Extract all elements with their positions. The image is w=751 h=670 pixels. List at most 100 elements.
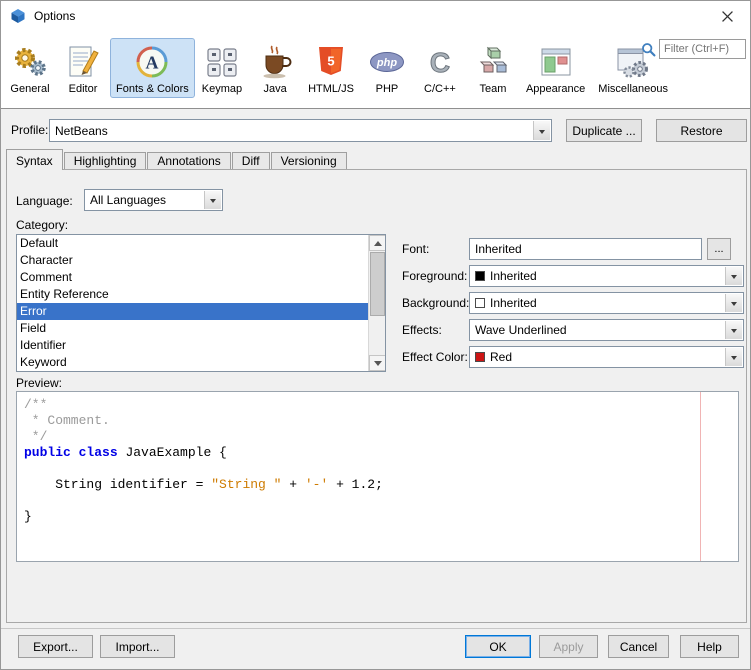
category-item-keyword[interactable]: Keyword	[17, 354, 368, 371]
foreground-dropdown[interactable]: Inherited	[469, 265, 744, 287]
background-dropdown[interactable]: Inherited	[469, 292, 744, 314]
category-item-default[interactable]: Default	[17, 235, 368, 252]
category-label: Category:	[16, 218, 68, 232]
effects-value: Wave Underlined	[475, 323, 567, 337]
tab-syntax[interactable]: Syntax	[6, 149, 63, 170]
help-button[interactable]: Help	[680, 635, 739, 658]
fonts-colors-icon: A	[132, 42, 172, 82]
toolbar-item-label: General	[10, 83, 49, 95]
options-dialog: Options General EditorAFonts & ColorsKeym…	[0, 0, 751, 670]
filter-input[interactable]	[659, 39, 746, 59]
general-icon	[10, 42, 50, 82]
font-field[interactable]	[469, 238, 702, 260]
duplicate-button[interactable]: Duplicate ...	[566, 119, 642, 142]
preview-label: Preview:	[16, 376, 62, 390]
profile-label: Profile:	[11, 123, 48, 137]
toolbar: General EditorAFonts & ColorsKeymapJava 5 H…	[1, 31, 750, 109]
tab-strip: SyntaxHighlightingAnnotationsDiffVersion…	[6, 149, 348, 170]
scroll-up-button[interactable]	[369, 235, 386, 251]
html-js-icon: 5	[311, 42, 351, 82]
toolbar-item-editor[interactable]: Editor	[57, 38, 109, 98]
toolbar-item-c-c[interactable]: CC/C++	[414, 38, 466, 98]
language-label: Language:	[16, 194, 73, 208]
tab-annotations[interactable]: Annotations	[147, 152, 230, 169]
svg-text:A: A	[146, 53, 159, 73]
svg-text:5: 5	[327, 54, 334, 69]
chevron-down-icon	[533, 121, 550, 140]
code-line: String identifier = "String " + '-' + 1.…	[24, 477, 383, 493]
toolbar-item-label: Team	[480, 83, 507, 95]
effect-color-value: Red	[490, 350, 512, 364]
apply-button[interactable]: Apply	[539, 635, 598, 658]
editor-icon	[63, 42, 103, 82]
arrow-down-icon	[374, 361, 382, 370]
language-combo[interactable]: All Languages	[84, 189, 223, 211]
category-item-entity-reference[interactable]: Entity Reference	[17, 286, 368, 303]
toolbar-item-team[interactable]: Team	[467, 38, 519, 98]
team-icon	[473, 42, 513, 82]
font-browse-button[interactable]: ...	[707, 238, 731, 260]
preview-code: /** * Comment. */public class JavaExampl…	[17, 392, 390, 530]
effect-color-label: Effect Color:	[402, 350, 469, 364]
netbeans-logo-icon	[10, 8, 26, 24]
effect-color-dropdown[interactable]: Red	[469, 346, 744, 368]
code-line: /**	[24, 397, 383, 413]
export-button[interactable]: Export...	[18, 635, 93, 658]
toolbar-item-fonts-colors[interactable]: AFonts & Colors	[110, 38, 195, 98]
toolbar-item-label: Appearance	[526, 83, 585, 95]
effect-color-swatch	[475, 352, 485, 362]
tab-versioning[interactable]: Versioning	[271, 152, 347, 169]
scrollbar-thumb[interactable]	[370, 252, 385, 316]
search-icon	[641, 42, 656, 57]
toolbar-item-html-js[interactable]: 5 HTML/JS	[302, 38, 360, 98]
foreground-value: Inherited	[490, 269, 537, 283]
code-line: */	[24, 429, 383, 445]
tab-diff[interactable]: Diff	[232, 152, 270, 169]
foreground-label: Foreground:	[402, 269, 469, 283]
chevron-down-icon	[725, 348, 742, 366]
language-value: All Languages	[90, 193, 166, 207]
chevron-down-icon	[725, 294, 742, 312]
background-row: Background: Inherited	[402, 292, 744, 314]
toolbar-item-appearance[interactable]: Appearance	[520, 38, 591, 98]
toolbar-item-keymap[interactable]: Keymap	[196, 38, 248, 98]
ok-button[interactable]: OK	[465, 635, 531, 658]
code-line	[24, 461, 383, 477]
tab-highlighting[interactable]: Highlighting	[64, 152, 147, 169]
effects-dropdown[interactable]: Wave Underlined	[469, 319, 744, 341]
category-scrollbar[interactable]	[368, 235, 385, 371]
category-item-field[interactable]: Field	[17, 320, 368, 337]
keymap-icon	[202, 42, 242, 82]
restore-button[interactable]: Restore	[656, 119, 747, 142]
close-button[interactable]	[704, 1, 750, 31]
import-button[interactable]: Import...	[100, 635, 175, 658]
chevron-down-icon	[725, 267, 742, 285]
code-line: * Comment.	[24, 413, 383, 429]
filter-area	[641, 39, 746, 59]
code-line	[24, 493, 383, 509]
cpp-icon: C	[420, 42, 460, 82]
appearance-icon	[536, 42, 576, 82]
background-swatch	[475, 298, 485, 308]
window-title: Options	[34, 9, 75, 23]
category-item-error[interactable]: Error	[17, 303, 368, 320]
toolbar-item-php[interactable]: phpPHP	[361, 38, 413, 98]
tab-content-panel: Language: All Languages Category: Defaul…	[6, 169, 747, 623]
category-item-character[interactable]: Character	[17, 252, 368, 269]
scroll-down-button[interactable]	[369, 355, 386, 371]
effect-color-row: Effect Color: Red	[402, 346, 744, 368]
profile-combo[interactable]: NetBeans	[49, 119, 552, 142]
cancel-button[interactable]: Cancel	[608, 635, 669, 658]
foreground-swatch	[475, 271, 485, 281]
category-item-identifier[interactable]: Identifier	[17, 337, 368, 354]
preview-pane: /** * Comment. */public class JavaExampl…	[16, 391, 739, 562]
code-line: public class JavaExample {	[24, 445, 383, 461]
toolbar-item-java[interactable]: Java	[249, 38, 301, 98]
right-margin-line	[700, 392, 701, 561]
toolbar-item-general[interactable]: General	[4, 38, 56, 98]
footer-separator	[1, 628, 750, 629]
toolbar-item-label: HTML/JS	[308, 83, 354, 95]
svg-text:php: php	[376, 57, 397, 69]
category-list[interactable]: DefaultCharacterCommentEntity ReferenceE…	[16, 234, 386, 372]
category-item-comment[interactable]: Comment	[17, 269, 368, 286]
